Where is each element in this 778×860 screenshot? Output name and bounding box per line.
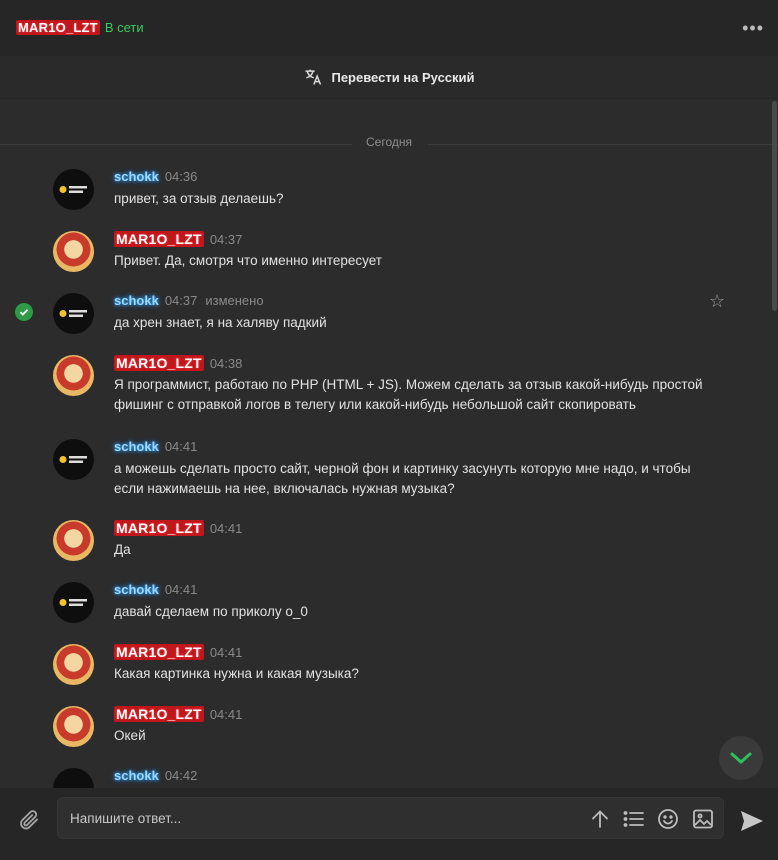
message-author[interactable]: schokk bbox=[114, 582, 159, 597]
message-text: привет, за отзыв делаешь? bbox=[114, 191, 284, 206]
composer bbox=[0, 788, 778, 860]
message-text: да хрен знает, я на халяву падкий bbox=[114, 315, 327, 330]
message-author[interactable]: schokk bbox=[114, 439, 159, 454]
send-icon[interactable] bbox=[740, 810, 764, 832]
message-text: Да bbox=[114, 542, 131, 557]
message-author[interactable]: schokk bbox=[114, 768, 159, 783]
avatar[interactable] bbox=[53, 644, 94, 685]
check-circle-icon bbox=[15, 303, 33, 321]
day-separator-label: Сегодня bbox=[366, 135, 412, 149]
chat-title: MAR1O_LZT В сети bbox=[16, 20, 144, 35]
paperclip-icon[interactable] bbox=[17, 808, 41, 832]
scroll-down-button[interactable] bbox=[719, 736, 763, 780]
message-author[interactable]: MAR1O_LZT bbox=[114, 231, 204, 247]
message-time: 04:41 bbox=[209, 706, 243, 722]
star-icon[interactable]: ☆ bbox=[709, 291, 725, 312]
list-icon[interactable] bbox=[623, 808, 645, 830]
message-author[interactable]: MAR1O_LZT bbox=[114, 355, 204, 371]
message-time: 04:41 bbox=[164, 439, 198, 454]
arrow-up-icon[interactable] bbox=[589, 808, 611, 830]
message-time: 04:42 bbox=[164, 768, 198, 783]
avatar[interactable] bbox=[53, 768, 94, 788]
more-dots-icon[interactable]: ••• bbox=[742, 18, 764, 39]
message-time: 04:36 bbox=[164, 169, 198, 184]
message-author[interactable]: schokk bbox=[114, 293, 159, 308]
avatar[interactable] bbox=[53, 293, 94, 334]
translate-button[interactable]: Перевести на Русский bbox=[0, 56, 778, 98]
message-text: Я программист, работаю по PHP (HTML + JS… bbox=[114, 377, 703, 412]
message-text: Какая картинка нужна и какая музыка? bbox=[114, 666, 359, 681]
avatar[interactable] bbox=[53, 231, 94, 272]
chevron-down-icon bbox=[730, 752, 752, 765]
message-text: давай сделаем по приколу о_0 bbox=[114, 604, 308, 619]
edited-label: изменено bbox=[205, 293, 264, 308]
message-item: schokk 04:42 bbox=[0, 766, 778, 788]
translate-icon bbox=[305, 69, 322, 85]
scrollbar-thumb[interactable] bbox=[772, 101, 777, 311]
message-list[interactable]: Сегодня schokk 04:36 привет, за отзыв де… bbox=[0, 98, 778, 789]
translate-label: Перевести на Русский bbox=[331, 69, 475, 85]
reply-input[interactable] bbox=[68, 798, 572, 838]
message-time: 04:37 bbox=[209, 231, 243, 247]
avatar[interactable] bbox=[53, 520, 94, 561]
avatar[interactable] bbox=[53, 582, 94, 623]
avatar[interactable] bbox=[53, 706, 94, 747]
message-time: 04:41 bbox=[209, 520, 243, 536]
message-time: 04:37 bbox=[164, 293, 198, 308]
message-author[interactable]: schokk bbox=[114, 169, 159, 184]
reply-box bbox=[57, 797, 724, 839]
avatar[interactable] bbox=[53, 355, 94, 396]
chat-header: MAR1O_LZT В сети ••• bbox=[0, 0, 778, 56]
chat-username[interactable]: MAR1O_LZT bbox=[16, 20, 100, 35]
message-time: 04:41 bbox=[209, 644, 243, 660]
message-text: а можешь сделать просто сайт, черной фон… bbox=[114, 461, 691, 496]
message-text: Окей bbox=[114, 728, 146, 743]
avatar[interactable] bbox=[53, 439, 94, 480]
avatar[interactable] bbox=[53, 169, 94, 210]
image-icon[interactable] bbox=[692, 808, 714, 830]
message-text: Привет. Да, смотря что именно интересует bbox=[114, 253, 382, 268]
smile-icon[interactable] bbox=[657, 808, 679, 830]
online-status: В сети bbox=[104, 20, 144, 35]
message-time: 04:41 bbox=[164, 582, 198, 597]
message-author[interactable]: MAR1O_LZT bbox=[114, 706, 204, 722]
message-author[interactable]: MAR1O_LZT bbox=[114, 520, 204, 536]
message-time: 04:38 bbox=[209, 355, 243, 371]
message-author[interactable]: MAR1O_LZT bbox=[114, 644, 204, 660]
scrollbar[interactable] bbox=[772, 99, 778, 789]
day-separator: Сегодня bbox=[0, 135, 778, 153]
